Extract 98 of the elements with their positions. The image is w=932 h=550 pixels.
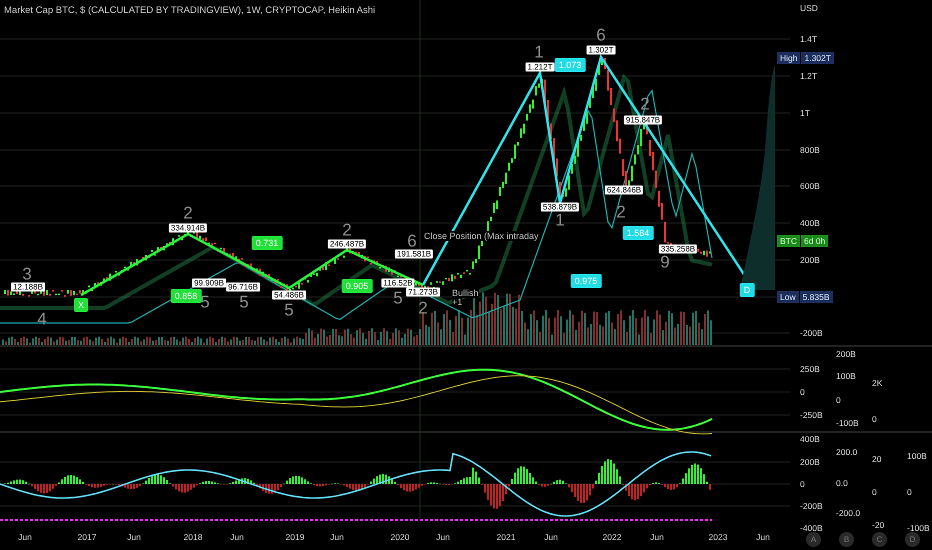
axis-label: 200B — [836, 349, 856, 359]
axis-unit: USD — [800, 3, 818, 13]
time-label: 2022 — [602, 532, 622, 542]
axis-label: 0 — [872, 487, 877, 497]
low-value: 5.835B — [800, 291, 833, 303]
ratio-badge: 0.975 — [570, 274, 602, 288]
ratio-badge: 0.858 — [170, 289, 202, 303]
chart-note: Close Position (Max intraday — [424, 231, 539, 241]
axis-label: 600B — [800, 181, 820, 191]
point-label: D — [740, 283, 754, 297]
axis-label: 2K — [872, 378, 882, 388]
wave-number: 3 — [22, 266, 32, 282]
price-tag: 538.879B — [540, 202, 580, 212]
time-label: 2018 — [184, 532, 202, 542]
scale-button[interactable]: C — [872, 532, 887, 547]
time-label: Jun — [230, 532, 244, 542]
axis-label: -200B — [800, 501, 823, 511]
axis-label: 400B — [800, 434, 820, 444]
axis-label: 0 — [800, 479, 805, 489]
time-label: Jun — [436, 532, 450, 542]
chart-note: Bullish — [452, 288, 479, 298]
time-label: Jun — [18, 532, 32, 542]
wave-number: 2 — [616, 204, 626, 220]
axis-label: -200B — [800, 328, 823, 338]
high-label: High — [777, 52, 800, 64]
time-label: 2017 — [78, 532, 96, 542]
low-label: Low — [777, 291, 799, 303]
chart-note: +1 — [452, 297, 462, 307]
price-tag: 12.188B — [11, 282, 45, 292]
wave-number: 2 — [418, 300, 428, 316]
price-tag: 116.52B — [381, 278, 415, 288]
price-tag: 246.487B — [328, 240, 366, 248]
axis-label: 20 — [872, 454, 882, 464]
wave-number: 9 — [660, 254, 670, 270]
wave-number: 5 — [284, 302, 294, 318]
axis-label: 800B — [800, 145, 820, 155]
wave-number: 6 — [407, 232, 417, 250]
price-tag: 191.581B — [394, 250, 434, 258]
axis-label: -200.0 — [836, 508, 860, 518]
price-tag: 54.486B — [272, 290, 306, 300]
ratio-badge: 0.731 — [252, 236, 282, 250]
price-tag: 334.914B — [168, 224, 208, 232]
axis-label: 0 — [836, 395, 841, 405]
price-tag: 71.273B — [406, 288, 440, 296]
price-tag: 624.846B — [604, 186, 644, 194]
scale-button[interactable]: A — [806, 532, 821, 547]
axis-label: 0 — [872, 414, 877, 424]
axis-label: 250B — [800, 364, 820, 374]
wave-number: 6 — [596, 26, 606, 44]
time-label: Jun — [756, 532, 770, 542]
axis-label: -20 — [872, 520, 884, 530]
price-tag: 915.847B — [624, 116, 662, 124]
price-tag: 1.212T — [526, 62, 554, 72]
axis-label: 1.4T — [800, 34, 818, 44]
wave-number: 1 — [555, 212, 565, 228]
axis-label: 1T — [800, 108, 810, 118]
time-label: 2020 — [390, 532, 410, 542]
axis-label: 200B — [800, 457, 820, 467]
wave-number: 1 — [534, 44, 544, 60]
axis-label: 0 — [907, 487, 912, 497]
ratio-badge: 1.073 — [554, 58, 586, 72]
wave-number: 5 — [239, 294, 249, 310]
price-tag: 99.909B — [192, 278, 226, 288]
time-label: Jun — [330, 532, 344, 542]
axis-label: -250B — [800, 410, 823, 420]
ratio-badge: 1.584 — [622, 226, 654, 240]
price-tag: 96.716B — [226, 282, 260, 292]
time-label: 2021 — [496, 532, 516, 542]
wave-number: 5 — [393, 290, 403, 306]
axis-label: 100B — [907, 451, 927, 461]
axis-label: -100B — [836, 418, 859, 428]
ratio-badge: 0.905 — [342, 279, 372, 293]
price-tag: 335.258B — [658, 244, 698, 254]
high-value: 1.302T — [801, 52, 834, 64]
countdown-label: BTC — [777, 235, 800, 247]
axis-label: 200.0 — [836, 447, 858, 457]
time-label: 2019 — [286, 532, 304, 542]
countdown-value: 6d 0h — [801, 235, 828, 247]
chart-title: Market Cap BTC, $ (CALCULATED BY TRADINGVIEW), 1W, CRYPTOCAP, Heikin Ashi — [4, 5, 376, 16]
axis-label: 400B — [800, 218, 820, 228]
time-label: 2023 — [708, 532, 728, 542]
axis-label: -400B — [800, 523, 823, 533]
axis-label: 100B — [836, 371, 856, 381]
wave-number: 5 — [200, 294, 210, 310]
time-label: Jun — [127, 532, 141, 542]
price-tag: 1.302T — [586, 46, 616, 54]
scale-button[interactable]: D — [905, 532, 920, 547]
time-label: Jun — [544, 532, 558, 542]
point-label: X — [74, 298, 88, 312]
scale-button[interactable]: B — [839, 532, 854, 547]
axis-label: 200B — [800, 255, 820, 265]
axis-label: 0 — [800, 387, 805, 397]
wave-number: 2 — [183, 204, 193, 222]
axis-label: 1.2T — [800, 71, 818, 81]
wave-number: 2 — [342, 222, 352, 238]
time-label: Jun — [650, 532, 664, 542]
axis-label: 0.0 — [836, 478, 848, 488]
axis-label: -100B — [907, 523, 930, 533]
